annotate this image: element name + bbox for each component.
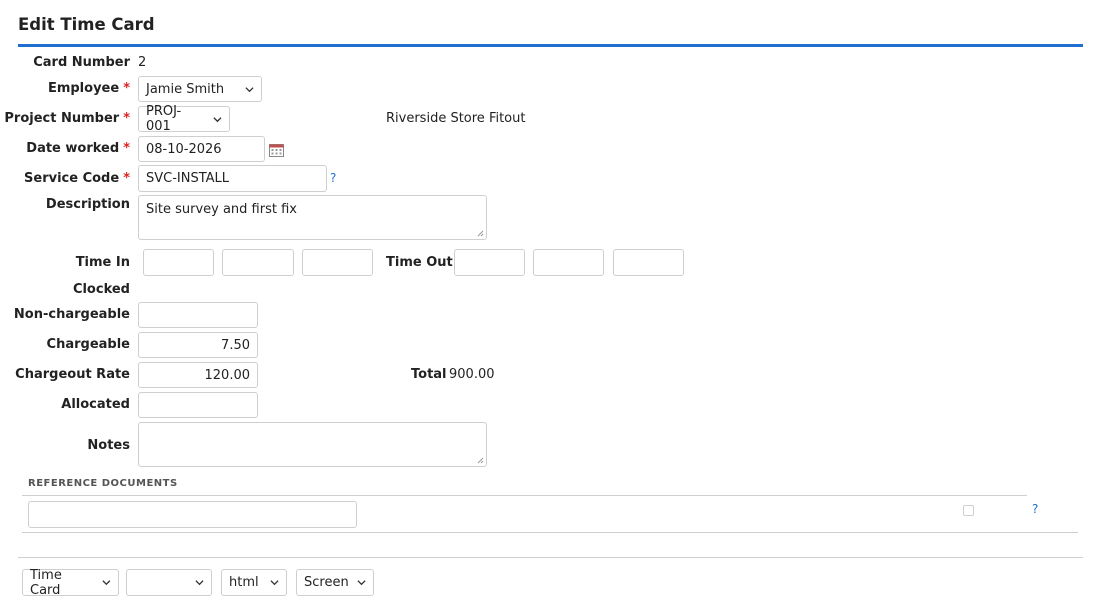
resize-grip-icon[interactable] (477, 230, 484, 237)
required-marker: * (123, 171, 130, 186)
chargeout-rate-input[interactable]: 120.00 (138, 362, 258, 388)
clocked-label: Clocked (72, 282, 130, 297)
employee-select[interactable]: Jamie Smith (138, 76, 262, 102)
time-in-label: Time In (75, 255, 130, 270)
time-out-minutes-input[interactable] (533, 249, 604, 276)
time-in-hours-input[interactable] (143, 249, 214, 276)
card-number-label: Card Number (33, 55, 130, 70)
chevron-down-icon (357, 580, 366, 586)
time-out-period-input[interactable] (613, 249, 684, 276)
notes-textarea[interactable] (138, 422, 487, 467)
service-code-input[interactable]: SVC-INSTALL (138, 165, 327, 192)
chevron-down-icon (195, 580, 204, 586)
card-number-value: 2 (138, 55, 147, 70)
document-type-select[interactable]: Time Card (22, 567, 119, 598)
employee-label: Employee * (0, 81, 130, 96)
service-code-label: Service Code * (0, 171, 130, 186)
date-worked-input[interactable]: 08-10-2026 (138, 136, 265, 162)
format-value: html (229, 575, 259, 590)
document-type-value: Time Card (30, 567, 62, 598)
description-label: Description (45, 197, 130, 212)
non-chargeable-input[interactable] (138, 302, 258, 328)
allocated-label: Allocated (61, 397, 130, 412)
chevron-down-icon (245, 86, 254, 92)
time-out-label: Time Out (386, 255, 453, 270)
reference-document-checkbox[interactable] (963, 505, 974, 516)
notes-label: Notes (87, 438, 130, 453)
reference-documents-title: REFERENCE DOCUMENTS (28, 478, 178, 489)
chargeout-rate-label: Chargeout Rate (15, 367, 130, 382)
employee-select-value: Jamie Smith (146, 81, 225, 97)
chargeout-rate-value: 120.00 (204, 367, 251, 383)
chevron-down-icon (270, 580, 279, 586)
project-name: Riverside Store Fitout (386, 111, 526, 126)
service-code-label-text: Service Code (24, 171, 120, 186)
service-code-value: SVC-INSTALL (146, 171, 230, 186)
reference-documents-divider (22, 495, 1027, 496)
date-worked-value: 08-10-2026 (146, 141, 222, 157)
output-value: Screen (304, 575, 349, 590)
required-marker: * (123, 81, 130, 96)
footer-divider (18, 557, 1083, 558)
project-number-select[interactable]: PROJ-001 (138, 104, 230, 134)
total-value: 900.00 (449, 367, 495, 382)
time-out-hours-input[interactable] (454, 249, 525, 276)
required-marker: * (123, 111, 130, 126)
description-value: Site survey and first fix (146, 202, 297, 217)
chevron-down-icon (102, 580, 111, 586)
employee-label-text: Employee (47, 81, 120, 96)
page-title: Edit Time Card (18, 15, 155, 34)
project-number-label: Project Number * (0, 111, 130, 126)
required-marker: * (123, 141, 130, 156)
reference-documents-help-link[interactable]: ? (1032, 502, 1038, 516)
title-divider (18, 44, 1083, 47)
non-chargeable-label: Non-chargeable (13, 307, 130, 322)
date-worked-label-text: Date worked (26, 141, 120, 156)
format-select[interactable]: html (221, 569, 287, 596)
total-label: Total (411, 367, 447, 382)
time-in-minutes-input[interactable] (222, 249, 294, 276)
date-worked-label: Date worked * (0, 141, 130, 156)
chargeable-label: Chargeable (46, 337, 130, 352)
reference-document-input[interactable] (28, 501, 357, 528)
output-select[interactable]: Screen (296, 569, 374, 596)
reference-documents-bottom-divider (22, 532, 1078, 533)
description-textarea[interactable]: Site survey and first fix (138, 195, 487, 240)
time-in-period-input[interactable] (302, 249, 373, 276)
project-number-label-text: Project Number (4, 111, 120, 126)
project-number-select-value: PROJ-001 (146, 104, 182, 134)
chevron-down-icon (213, 116, 222, 122)
template-select[interactable] (126, 569, 212, 596)
allocated-input[interactable] (138, 392, 258, 418)
chargeable-value: 7.50 (221, 337, 250, 353)
calendar-icon[interactable] (269, 143, 284, 157)
service-code-help-link[interactable]: ? (330, 171, 336, 185)
resize-grip-icon[interactable] (477, 457, 484, 464)
chargeable-input[interactable]: 7.50 (138, 332, 258, 358)
